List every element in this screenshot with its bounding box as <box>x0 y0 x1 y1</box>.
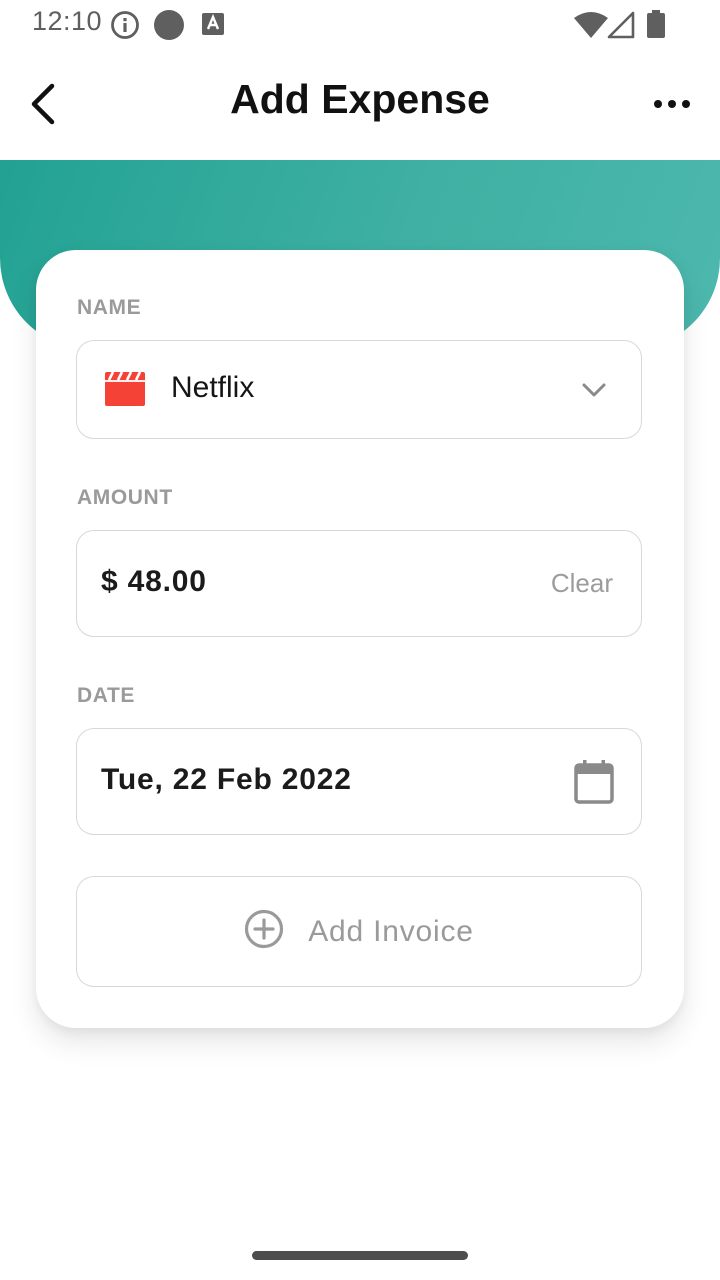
movie-clapper-icon <box>105 371 145 411</box>
battery-icon <box>647 10 665 43</box>
name-label: NAME <box>77 296 142 319</box>
chevron-down-icon <box>581 377 607 408</box>
amount-value[interactable]: $ 48.00 <box>101 565 207 599</box>
font-a-icon <box>202 13 224 40</box>
amount-field[interactable]: $ 48.00 Clear <box>76 530 642 637</box>
amount-label: AMOUNT <box>77 486 173 509</box>
add-invoice-label: Add Invoice <box>308 914 474 948</box>
add-circle-icon <box>244 909 284 954</box>
add-expense-screen: 12:10 Add Expense NAME Netflix AMOUNT $ … <box>0 0 720 1280</box>
add-invoice-content: Add Invoice <box>77 877 641 986</box>
record-dot-icon <box>153 9 185 46</box>
date-label: DATE <box>77 684 136 707</box>
more-options-button[interactable] <box>650 84 694 124</box>
home-indicator[interactable] <box>252 1251 468 1260</box>
status-bar: 12:10 <box>0 0 720 48</box>
calendar-icon[interactable] <box>573 759 615 810</box>
name-value: Netflix <box>171 371 255 404</box>
signal-icon <box>607 11 635 44</box>
expense-form-card: NAME Netflix AMOUNT $ 48.00 Clear DATE T… <box>36 250 684 1028</box>
app-bar: Add Expense <box>0 48 720 160</box>
wifi-icon <box>574 12 608 43</box>
more-horizontal-icon <box>650 100 694 128</box>
clear-button[interactable]: Clear <box>551 568 613 599</box>
status-time: 12:10 <box>32 6 103 36</box>
info-icon <box>110 10 140 45</box>
date-value: Tue, 22 Feb 2022 <box>101 763 352 796</box>
add-invoice-button[interactable]: Add Invoice <box>76 876 642 987</box>
name-dropdown[interactable]: Netflix <box>76 340 642 439</box>
page-title: Add Expense <box>230 76 490 122</box>
date-field[interactable]: Tue, 22 Feb 2022 <box>76 728 642 835</box>
